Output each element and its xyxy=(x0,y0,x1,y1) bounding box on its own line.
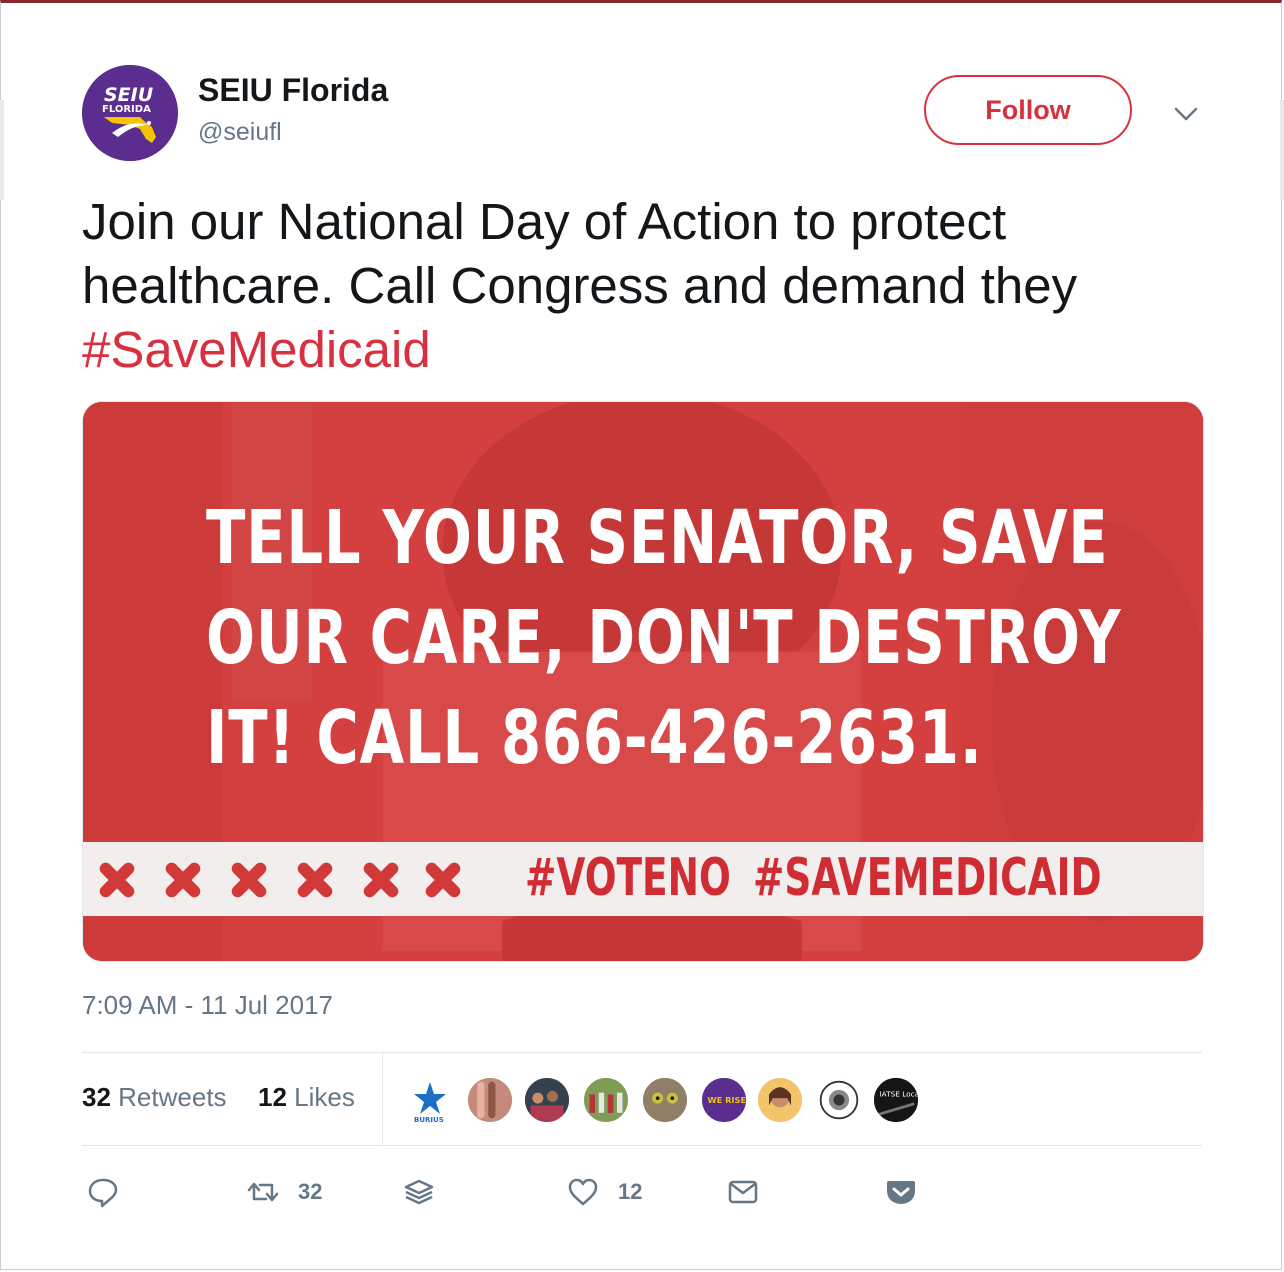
follow-button[interactable]: Follow xyxy=(924,75,1132,145)
tweet-body: Join our National Day of Action to prote… xyxy=(82,193,1078,314)
reply-button[interactable] xyxy=(86,1175,120,1209)
like-button[interactable]: 12 xyxy=(566,1175,642,1209)
retweet-button[interactable]: 32 xyxy=(246,1175,322,1209)
likes-count: 12 xyxy=(258,1082,287,1112)
liker-avatar-burius[interactable]: BURIUS xyxy=(406,1076,454,1124)
bandage-x-icon xyxy=(297,862,333,898)
hashtag-link[interactable]: #SaveMedicaid xyxy=(82,321,431,378)
svg-text:IATSE Local: IATSE Local xyxy=(880,1089,919,1098)
bandage-x-icon xyxy=(231,862,267,898)
liker-avatar-woman[interactable] xyxy=(756,1076,804,1124)
liker-avatar-seal[interactable] xyxy=(815,1076,863,1124)
heart-icon xyxy=(568,1178,598,1206)
woman-photo xyxy=(758,1078,802,1122)
liker-avatar-hands[interactable] xyxy=(466,1076,514,1124)
liker-avatar-iatse[interactable]: IATSE Local xyxy=(872,1076,920,1124)
retweet-icon xyxy=(247,1182,279,1202)
profile-handle[interactable]: @seiufl xyxy=(198,118,282,147)
bandage-x-icon xyxy=(165,862,201,898)
retweets-label: Retweets xyxy=(118,1082,227,1112)
group-photo xyxy=(525,1078,569,1122)
pocket-button[interactable] xyxy=(884,1175,918,1209)
union-seal-logo xyxy=(817,1078,861,1122)
like-count: 12 xyxy=(618,1179,643,1204)
svg-text:WE RISE: WE RISE xyxy=(708,1095,747,1105)
burius-star-icon: BURIUS xyxy=(414,1082,446,1124)
bandage-x-icon xyxy=(425,862,461,898)
retweets-stat[interactable]: 32 Retweets xyxy=(82,1082,227,1113)
stats-bottom-divider xyxy=(82,1145,1202,1146)
media-hashtag-savemedicaid: #SAVEMEDICAID xyxy=(753,848,1102,908)
we-rise-logo: WE RISE xyxy=(702,1078,746,1122)
layers-button[interactable] xyxy=(402,1175,436,1209)
tweet-image[interactable]: TELL YOUR SENATOR, SAVE OUR CARE, DON'T … xyxy=(82,401,1204,962)
cat-photo xyxy=(643,1078,687,1122)
seiu-florida-logo: SEIU FLORIDA xyxy=(82,65,178,161)
right-edge xyxy=(1280,100,1284,200)
stats-vertical-divider xyxy=(382,1053,383,1145)
left-edge xyxy=(0,100,4,200)
svg-text:SEIU: SEIU xyxy=(104,84,154,106)
tweet-timestamp[interactable]: 7:09 AM - 11 Jul 2017 xyxy=(82,990,333,1021)
liker-avatar-we-rise[interactable]: WE RISE xyxy=(700,1076,748,1124)
likes-label: Likes xyxy=(294,1082,355,1112)
hands-photo xyxy=(468,1078,512,1122)
iatse-logo: IATSE Local xyxy=(874,1078,918,1122)
retweets-count: 32 xyxy=(82,1082,111,1112)
media-headline-line3: IT! CALL 866-426-2631. xyxy=(206,695,983,781)
likes-stat[interactable]: 12 Likes xyxy=(258,1082,355,1113)
svg-text:FLORIDA: FLORIDA xyxy=(102,104,151,115)
retweet-count: 32 xyxy=(298,1179,323,1204)
envelope-icon xyxy=(728,1180,758,1204)
liker-avatar-group[interactable] xyxy=(523,1076,571,1124)
chevron-down-icon[interactable] xyxy=(1172,100,1200,128)
crowd-photo xyxy=(584,1078,628,1122)
stats-top-divider xyxy=(82,1052,1202,1053)
svg-text:BURIUS: BURIUS xyxy=(414,1116,444,1124)
direct-message-button[interactable] xyxy=(726,1175,760,1209)
tweet-text: Join our National Day of Action to prote… xyxy=(82,190,1202,382)
liker-avatar-cat[interactable] xyxy=(641,1076,689,1124)
media-hashtag-voteno: #VOTENO xyxy=(525,848,731,908)
pocket-icon xyxy=(887,1181,915,1204)
media-headline-line2: OUR CARE, DON'T DESTROY xyxy=(206,595,1122,681)
bandage-x-icon xyxy=(99,862,135,898)
layers-icon xyxy=(404,1179,434,1205)
profile-name[interactable]: SEIU Florida xyxy=(198,72,388,109)
liker-avatar-crowd[interactable] xyxy=(582,1076,630,1124)
profile-avatar[interactable]: SEIU FLORIDA xyxy=(82,65,178,161)
bandage-x-icon xyxy=(363,862,399,898)
media-headline-line1: TELL YOUR SENATOR, SAVE xyxy=(206,495,1109,581)
reply-icon xyxy=(88,1178,118,1208)
